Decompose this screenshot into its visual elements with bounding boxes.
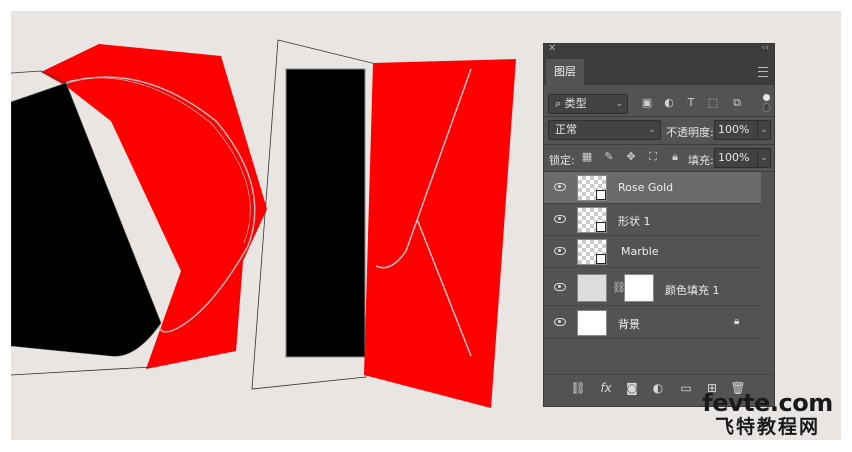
layer-row-marble[interactable]: Marble [544,236,761,268]
adjustment-filter-icon[interactable]: ◐ [662,96,676,110]
lock-artboard-icon[interactable]: ⛶ [646,150,660,164]
filter-kind-label: 类型 [564,97,587,110]
fill-chevron-icon[interactable]: ⌄ [757,148,771,168]
panel-menu-icon[interactable] [758,67,768,77]
layer-thumbnail[interactable] [577,310,607,336]
divider [544,144,774,145]
fill-input[interactable]: 100% [714,148,758,168]
layer-mask-thumbnail[interactable] [624,274,654,302]
lock-icon: 🔒︎ [734,316,740,327]
chevron-down-icon: ⌄ [648,125,656,135]
chevron-down-icon: ⌄ [615,99,623,109]
lock-label: 锁定: [549,154,575,167]
panel-tab-row: 图层 [544,57,774,85]
watermark-domain: fevte.com [702,389,833,417]
blend-mode-dropdown[interactable]: 正常 ⌄ [548,120,661,140]
watermark: fevte.com 飞特教程网 [690,390,845,438]
layer-name[interactable]: 形状 1 [618,213,651,229]
layer-name[interactable]: 颜色填充 1 [665,282,720,298]
divider [544,116,774,117]
visibility-eye-icon[interactable] [554,247,566,255]
type-filter-icon[interactable]: T [684,96,698,110]
search-icon: ⌕ [555,97,562,110]
layers-scrollbar[interactable] [761,172,774,368]
opacity-label: 不透明度: [666,126,714,139]
smart-object-filter-icon[interactable]: ⧉ [730,96,744,110]
layer-name[interactable]: 背景 [618,316,640,332]
link-layers-icon[interactable]: ⛓ [570,381,586,395]
filter-kind-dropdown[interactable]: ⌕ 类型 ⌄ [548,94,628,114]
visibility-eye-icon[interactable] [554,283,566,291]
lock-all-icon[interactable]: 🔒︎ [668,150,682,164]
lock-image-pixels-icon[interactable]: ✎ [602,150,616,164]
outline-frame-left-bottom [11,366,152,376]
visibility-eye-icon[interactable] [554,215,566,223]
black-rectangle-shape[interactable] [285,68,366,358]
visibility-eye-icon[interactable] [554,183,566,191]
lock-position-icon[interactable]: ✥ [624,150,638,164]
image-filter-icon[interactable]: ▣ [640,96,654,110]
lock-transparent-pixels-icon[interactable]: ▦ [580,150,594,164]
fx-icon[interactable]: fx [598,381,614,395]
tab-layers[interactable]: 图层 [546,59,584,85]
visibility-eye-icon[interactable] [554,318,566,326]
opacity-chevron-icon[interactable]: ⌄ [757,120,771,140]
layer-row-rose-gold[interactable]: Rose Gold [544,172,761,204]
layer-name[interactable]: Rose Gold [618,181,673,194]
red-shape-right[interactable] [364,59,516,408]
shape-layer-badge-icon [596,254,606,264]
shape-filter-icon[interactable]: ⬚ [706,96,720,110]
add-mask-icon[interactable]: ◙ [624,381,640,395]
fill-label: 填充: [688,154,714,167]
layer-row-shape-1[interactable]: 形状 1 [544,204,761,236]
close-icon[interactable]: ✕ [548,43,556,54]
layer-row-background[interactable]: 背景 🔒︎ [544,307,761,339]
new-adjustment-layer-icon[interactable]: ◐ [650,381,666,395]
collapse-icon[interactable]: ‹‹ [762,43,769,53]
layer-row-color-fill-1[interactable]: ⛓ 颜色填充 1 [544,270,761,306]
layer-name[interactable]: Marble [621,245,659,258]
blend-mode-label: 正常 [555,123,577,136]
opacity-input[interactable]: 100% [714,120,758,140]
layers-panel: ✕ ‹‹ 图层 ⌕ 类型 ⌄ ▣ ◐ T ⬚ ⧉ 正常 ⌄ 不透明度: 100%… [543,43,775,407]
shape-layer-badge-icon [596,190,606,200]
watermark-chinese: 飞特教程网 [714,416,820,438]
filter-toggle[interactable] [763,94,770,112]
panel-title-bar: ✕ ‹‹ [544,43,774,57]
shape-layer-badge-icon [596,222,606,232]
fill-thumbnail[interactable] [577,274,607,302]
